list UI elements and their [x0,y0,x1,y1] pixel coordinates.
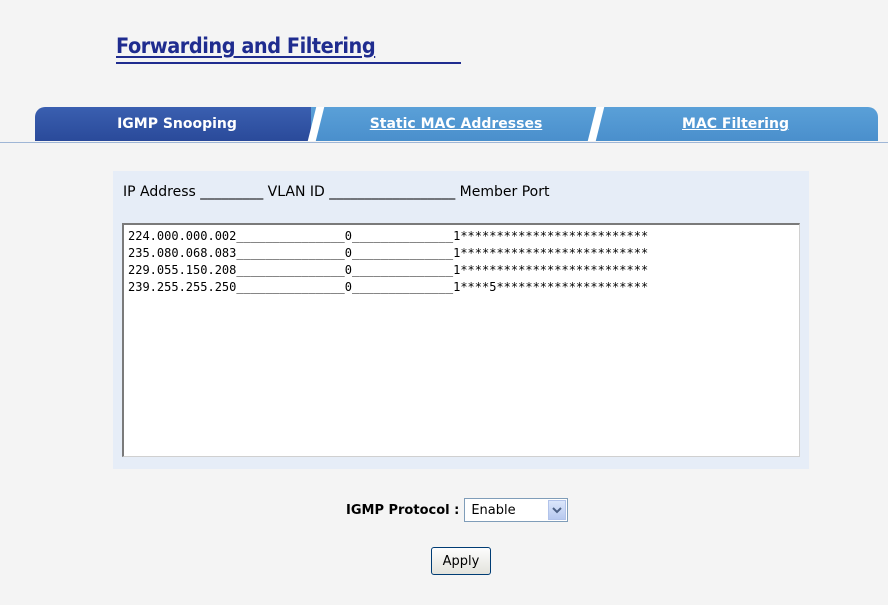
title-underline [116,62,461,64]
multicast-group-listbox[interactable]: 224.000.000.002_______________0_________… [122,223,800,457]
list-item[interactable]: 224.000.000.002_______________0_________… [128,228,799,245]
igmp-protocol-label: IGMP Protocol : [346,502,460,518]
apply-button[interactable]: Apply [431,547,491,575]
igmp-protocol-row: IGMP Protocol : Enable [346,497,569,523]
tab-baseline [0,142,888,143]
igmp-protocol-value: Enable [471,502,516,518]
page: Forwarding and Filtering IGMP Snooping S… [0,0,888,605]
tab-bar: IGMP Snooping Static MAC Addresses MAC F… [0,107,888,143]
tab-label: Static MAC Addresses [369,116,543,132]
chevron-down-icon[interactable] [548,500,567,520]
tab-mac-filtering[interactable]: MAC Filtering [593,107,878,141]
multicast-table-panel: IP Address _________ VLAN ID ___________… [113,171,809,469]
list-item[interactable]: 235.080.068.083_______________0_________… [128,245,799,262]
tab-label: IGMP Snooping [117,116,237,132]
tab-static-mac-addresses[interactable]: Static MAC Addresses [311,107,601,141]
igmp-protocol-select[interactable]: Enable [464,498,569,522]
tab-label: MAC Filtering [682,116,789,132]
list-item[interactable]: 229.055.150.208_______________0_________… [128,262,799,279]
list-item[interactable]: 239.255.255.250_______________0_________… [128,279,799,296]
table-header: IP Address _________ VLAN ID ___________… [123,184,550,200]
page-title: Forwarding and Filtering [116,34,376,58]
tab-igmp-snooping[interactable]: IGMP Snooping [35,107,319,141]
